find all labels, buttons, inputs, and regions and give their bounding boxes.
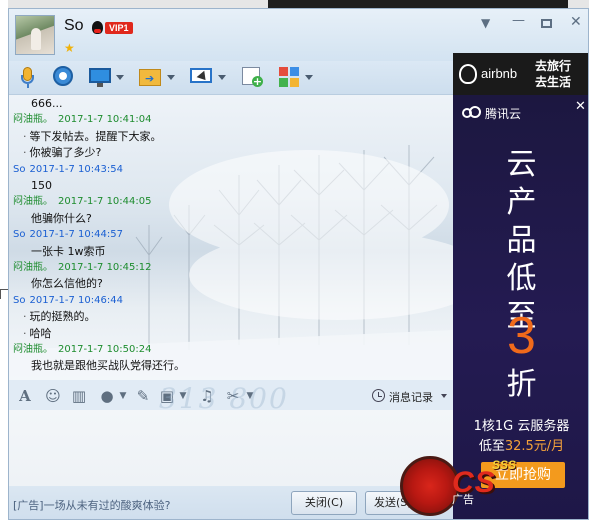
share-screen-icon[interactable] <box>89 66 111 88</box>
message-timestamp: 2017-1-7 10:43:54 <box>29 163 123 175</box>
watermark-text: 313 800 <box>159 382 289 415</box>
chat-footer: [广告]一场从未有过的酸爽体验? 关闭(C) 发送(S) <box>9 486 453 519</box>
ad-label: 广告 <box>452 493 474 506</box>
star-icon[interactable]: ★ <box>64 42 75 54</box>
message-text: 你怎么信他的? <box>31 277 103 291</box>
message-header: 闷油瓶。 2017-1-7 10:45:12 <box>13 260 151 276</box>
video-call-icon[interactable] <box>52 66 74 88</box>
window-menu-dropdown-icon[interactable]: ▼ <box>481 17 490 29</box>
close-button[interactable]: 关闭(C) <box>291 491 357 515</box>
emoji-icon[interactable]: ☺ <box>45 388 61 404</box>
message-text: 666... <box>31 97 63 110</box>
tencent-cloud-logo-icon <box>462 106 481 118</box>
remote-desktop-dropdown-icon[interactable] <box>218 75 226 80</box>
airbnb-name: airbnb <box>481 66 518 81</box>
desktop-mark <box>0 289 8 299</box>
voice-message-icon[interactable]: ● <box>99 388 115 404</box>
app-center-dropdown-icon[interactable] <box>305 75 313 80</box>
footer-ad-link[interactable]: [广告]一场从未有过的酸爽体验? <box>13 497 170 513</box>
ad-close-icon[interactable]: ✕ <box>575 99 586 114</box>
ad-headline-char-4: 低 <box>506 261 537 296</box>
chat-history[interactable]: 666...闷油瓶。2017-1-7 10:41:04等下发帖去。提醒下大家。你… <box>9 95 453 380</box>
message-text: 你被骗了多少? <box>23 145 102 161</box>
message-text: 玩的挺熟的。 <box>23 309 96 325</box>
send-file-icon[interactable]: ➔ <box>139 66 161 88</box>
chat-toolbar: ➔ + <box>9 61 453 95</box>
minimize-icon[interactable]: — <box>512 14 525 27</box>
message-history-dropdown-icon[interactable] <box>441 394 447 398</box>
message-header: So 2017-1-7 10:44:57 <box>13 227 123 243</box>
ad-headline-char-1: 云 <box>506 147 537 182</box>
message-timestamp: 2017-1-7 10:44:05 <box>58 196 152 208</box>
message-header: 闷油瓶。 2017-1-7 10:44:05 <box>13 194 151 210</box>
message-timestamp: 2017-1-7 10:41:04 <box>58 114 152 126</box>
desktop-background-strip <box>0 0 589 8</box>
airbnb-slogan-line-2: 去生活 <box>535 75 572 89</box>
message-timestamp: 2017-1-7 10:50:24 <box>58 344 152 355</box>
message-sender[interactable]: So <box>13 295 25 306</box>
desktop-background-left <box>0 0 8 520</box>
add-app-icon[interactable]: + <box>241 66 263 88</box>
message-sender[interactable]: 闷油瓶。 <box>13 196 53 207</box>
message-header: 闷油瓶。 2017-1-7 10:41:04 <box>13 112 151 128</box>
airbnb-logo-icon <box>459 64 477 84</box>
game-logo-emblem <box>400 456 460 516</box>
message-sender[interactable]: 闷油瓶。 <box>13 344 53 355</box>
share-screen-dropdown-icon[interactable] <box>116 75 124 80</box>
ad-headline-char-2: 产 <box>506 185 537 220</box>
airbnb-ad-banner[interactable]: airbnb 去旅行 去生活 <box>453 53 588 95</box>
clock-icon[interactable] <box>372 389 385 402</box>
message-history-button[interactable]: 消息记录 <box>389 389 433 405</box>
message-input[interactable]: 313 800 <box>9 382 453 486</box>
desktop-background-dark <box>268 0 568 8</box>
message-timestamp: 2017-1-7 10:44:57 <box>29 229 123 241</box>
message-sender[interactable]: 闷油瓶。 <box>13 262 53 273</box>
message-text: 等下发帖去。提醒下大家。 <box>23 129 162 145</box>
ad-discount-number: 3 <box>507 307 536 365</box>
message-sender[interactable]: So <box>13 229 25 240</box>
remote-desktop-icon[interactable] <box>190 66 212 88</box>
tencent-cloud-brand: 腾讯云 <box>485 107 522 121</box>
vip-badge[interactable]: VIP1 <box>105 22 133 34</box>
voice-call-icon[interactable] <box>17 66 39 88</box>
edit-icon[interactable]: ✎ <box>135 388 151 404</box>
message-text: 一张卡 1w索币 <box>31 244 106 258</box>
message-text: 我也就是跟他买战队党得还行。 <box>31 359 185 373</box>
message-text: 150 <box>31 179 52 192</box>
app-center-icon[interactable] <box>278 66 300 88</box>
ad-spec: 1核1G 云服务器 <box>473 419 570 434</box>
voice-message-dropdown-icon[interactable]: ▼ <box>115 388 131 404</box>
ad-headline-char-3: 品 <box>506 223 537 258</box>
chat-window: So VIP1 ★ ▼ — ✕ ➔ + 666... 闷油瓶。 2017-1-7… <box>8 8 589 520</box>
game-logo-overlay: SSS CS <box>396 452 589 520</box>
message-sender[interactable]: 闷油瓶。 <box>13 114 53 125</box>
message-timestamp: 2017-1-7 10:45:12 <box>58 262 152 273</box>
maximize-icon[interactable] <box>541 19 552 28</box>
shake-window-icon[interactable]: ▥ <box>71 388 87 404</box>
close-window-icon[interactable]: ✕ <box>570 15 582 29</box>
message-text: 他骗你什么? <box>31 211 92 225</box>
message-header: 闷油瓶。 2017-1-7 10:50:24 <box>13 342 151 358</box>
message-text: 哈哈 <box>23 326 52 342</box>
message-sender[interactable]: So <box>13 164 25 175</box>
airbnb-slogan-line-1: 去旅行 <box>535 59 572 73</box>
ad-discount-unit: 折 <box>506 367 537 402</box>
contact-avatar[interactable] <box>15 15 55 55</box>
message-header: So 2017-1-7 10:46:44 <box>13 293 123 309</box>
qq-penguin-icon <box>92 21 103 34</box>
send-file-dropdown-icon[interactable] <box>167 75 175 80</box>
airbnb-slogan: 去旅行 去生活 <box>535 58 585 90</box>
contact-name[interactable]: So <box>64 17 84 35</box>
message-timestamp: 2017-1-7 10:46:44 <box>29 294 123 306</box>
message-header: So 2017-1-7 10:43:54 <box>13 162 123 178</box>
font-icon[interactable]: A <box>17 388 33 404</box>
